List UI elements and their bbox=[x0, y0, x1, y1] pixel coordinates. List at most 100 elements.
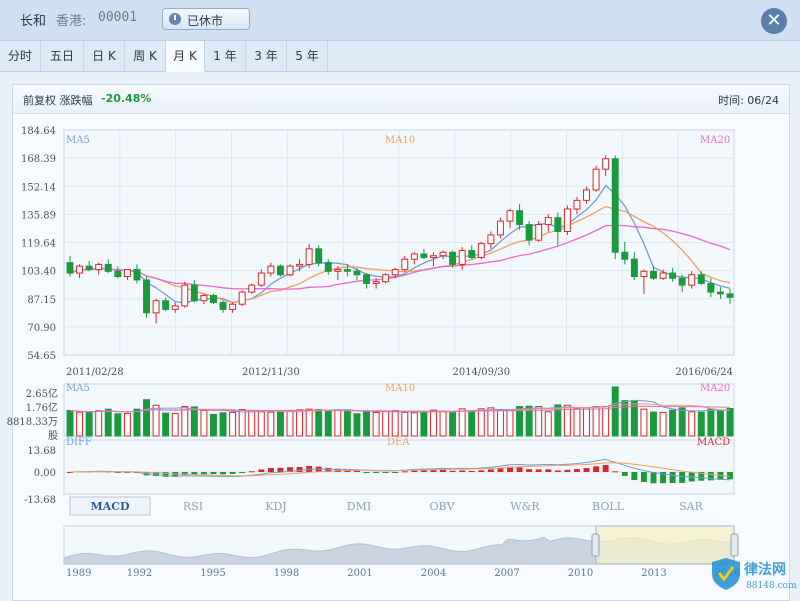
macd-bar bbox=[258, 469, 265, 472]
macd-bar bbox=[248, 471, 255, 473]
volume-bar bbox=[123, 412, 131, 437]
vol-tick-3: 8818.33万 bbox=[7, 417, 58, 428]
macd-bar bbox=[669, 472, 676, 484]
macd-bar bbox=[382, 472, 389, 473]
overview-right-handle[interactable] bbox=[730, 533, 739, 557]
macd-bar bbox=[353, 470, 360, 472]
candle-body bbox=[621, 251, 629, 260]
indicator-tab-sar[interactable]: SAR bbox=[679, 500, 703, 513]
candle-body bbox=[181, 284, 189, 307]
candle-body bbox=[449, 251, 457, 265]
macd-bar bbox=[612, 471, 619, 473]
overview-left-handle[interactable] bbox=[591, 533, 600, 557]
macd-bar bbox=[478, 470, 485, 472]
macd-bar bbox=[449, 470, 456, 472]
macd-bar bbox=[573, 469, 580, 472]
candle-body bbox=[554, 217, 562, 233]
candle-body bbox=[162, 300, 170, 310]
stock-chart[interactable]: 184.64 168.39 152.14 135.89 119.64 103.40 87.1… bbox=[0, 0, 800, 599]
volume-bar bbox=[229, 411, 237, 437]
volume-bar bbox=[114, 413, 122, 437]
candle-body bbox=[697, 274, 705, 284]
candle-body bbox=[76, 265, 84, 274]
candle-body bbox=[430, 255, 437, 258]
volume-bar bbox=[296, 409, 304, 437]
volume-bar bbox=[353, 413, 361, 437]
volume-bar bbox=[716, 410, 724, 437]
candle-body bbox=[707, 282, 715, 293]
candle-body bbox=[133, 269, 141, 281]
volume-bar bbox=[267, 411, 275, 437]
indicator-tab-wr[interactable]: W&R bbox=[510, 500, 540, 513]
candle-body bbox=[123, 269, 131, 278]
volume-bar bbox=[496, 409, 504, 437]
volume-bar bbox=[487, 407, 495, 437]
macd-bar bbox=[277, 467, 284, 472]
vol-legend-ma20: MA20 bbox=[700, 383, 730, 394]
overview-year-label: 2013 bbox=[641, 568, 666, 579]
date-tick-label: 2011/02/28 bbox=[66, 367, 124, 378]
volume-bar bbox=[276, 411, 284, 437]
macd-bar bbox=[229, 472, 236, 474]
candle-body bbox=[583, 189, 590, 201]
overview-year-label: 2004 bbox=[421, 568, 446, 579]
candle-body bbox=[525, 224, 533, 241]
volume-bar bbox=[286, 410, 294, 437]
overview-year-label: 2010 bbox=[568, 568, 593, 579]
candle-body bbox=[516, 210, 524, 226]
indicator-tab-kdj[interactable]: KDJ bbox=[265, 500, 286, 513]
indicator-tab-macd[interactable]: MACD bbox=[90, 500, 129, 513]
macd-bar bbox=[621, 472, 628, 476]
indicator-tab-rsi[interactable]: RSI bbox=[183, 500, 203, 513]
indicator-tab-obv[interactable]: OBV bbox=[429, 500, 455, 513]
volume-bar bbox=[592, 406, 600, 437]
candle-body bbox=[640, 270, 648, 278]
candle-body bbox=[477, 243, 485, 258]
volume-bar bbox=[382, 410, 390, 437]
macd-bar bbox=[487, 469, 494, 472]
candle-body bbox=[611, 158, 619, 253]
candle-body bbox=[439, 251, 447, 257]
candle-body bbox=[669, 272, 677, 279]
macd-bar bbox=[497, 468, 504, 472]
candle-body bbox=[592, 168, 600, 191]
volume-bar bbox=[611, 386, 619, 437]
overview-selection[interactable] bbox=[595, 525, 735, 565]
candle-body bbox=[104, 263, 112, 272]
price-tick-label: 152.14 bbox=[21, 182, 56, 193]
candle-body bbox=[257, 272, 265, 286]
volume-bar bbox=[257, 411, 265, 437]
macd-bar bbox=[535, 469, 542, 472]
volume-bar bbox=[305, 408, 313, 437]
overview-year-label: 1992 bbox=[127, 568, 152, 579]
candle-body bbox=[420, 253, 428, 258]
candle-body bbox=[171, 305, 179, 310]
overview-year-label: 1995 bbox=[200, 568, 225, 579]
macd-bar bbox=[200, 472, 207, 475]
indicator-tab-boll[interactable]: BOLL bbox=[592, 500, 625, 513]
candle-body bbox=[382, 274, 390, 283]
legend-ma10: MA10 bbox=[385, 135, 415, 146]
volume-bar bbox=[104, 408, 112, 437]
volume-bar bbox=[143, 399, 150, 437]
macd-bar bbox=[239, 472, 246, 473]
candle-body bbox=[248, 284, 256, 293]
vol-tick-unit: 股 bbox=[48, 430, 58, 442]
macd-bar bbox=[593, 466, 600, 472]
candle-body bbox=[229, 303, 237, 310]
macd-bar bbox=[459, 470, 466, 472]
volume-bar bbox=[669, 409, 677, 437]
overview-navigator[interactable]: 1989199219951998200120042007201020132016 bbox=[63, 525, 740, 579]
vol-tick-1: 2.65亿 bbox=[26, 387, 58, 400]
price-tick-label: 168.39 bbox=[21, 154, 56, 165]
candle-body bbox=[410, 253, 418, 260]
candle-body bbox=[563, 208, 571, 233]
volume-bar bbox=[468, 410, 476, 437]
volume-bar bbox=[535, 406, 543, 437]
macd-bar bbox=[631, 472, 638, 481]
watermark-name: 律法网 bbox=[744, 561, 786, 578]
indicator-tab-dmi[interactable]: DMI bbox=[347, 500, 371, 513]
candle-body bbox=[95, 263, 103, 271]
candle-body bbox=[66, 262, 74, 274]
volume-bar bbox=[477, 408, 485, 437]
